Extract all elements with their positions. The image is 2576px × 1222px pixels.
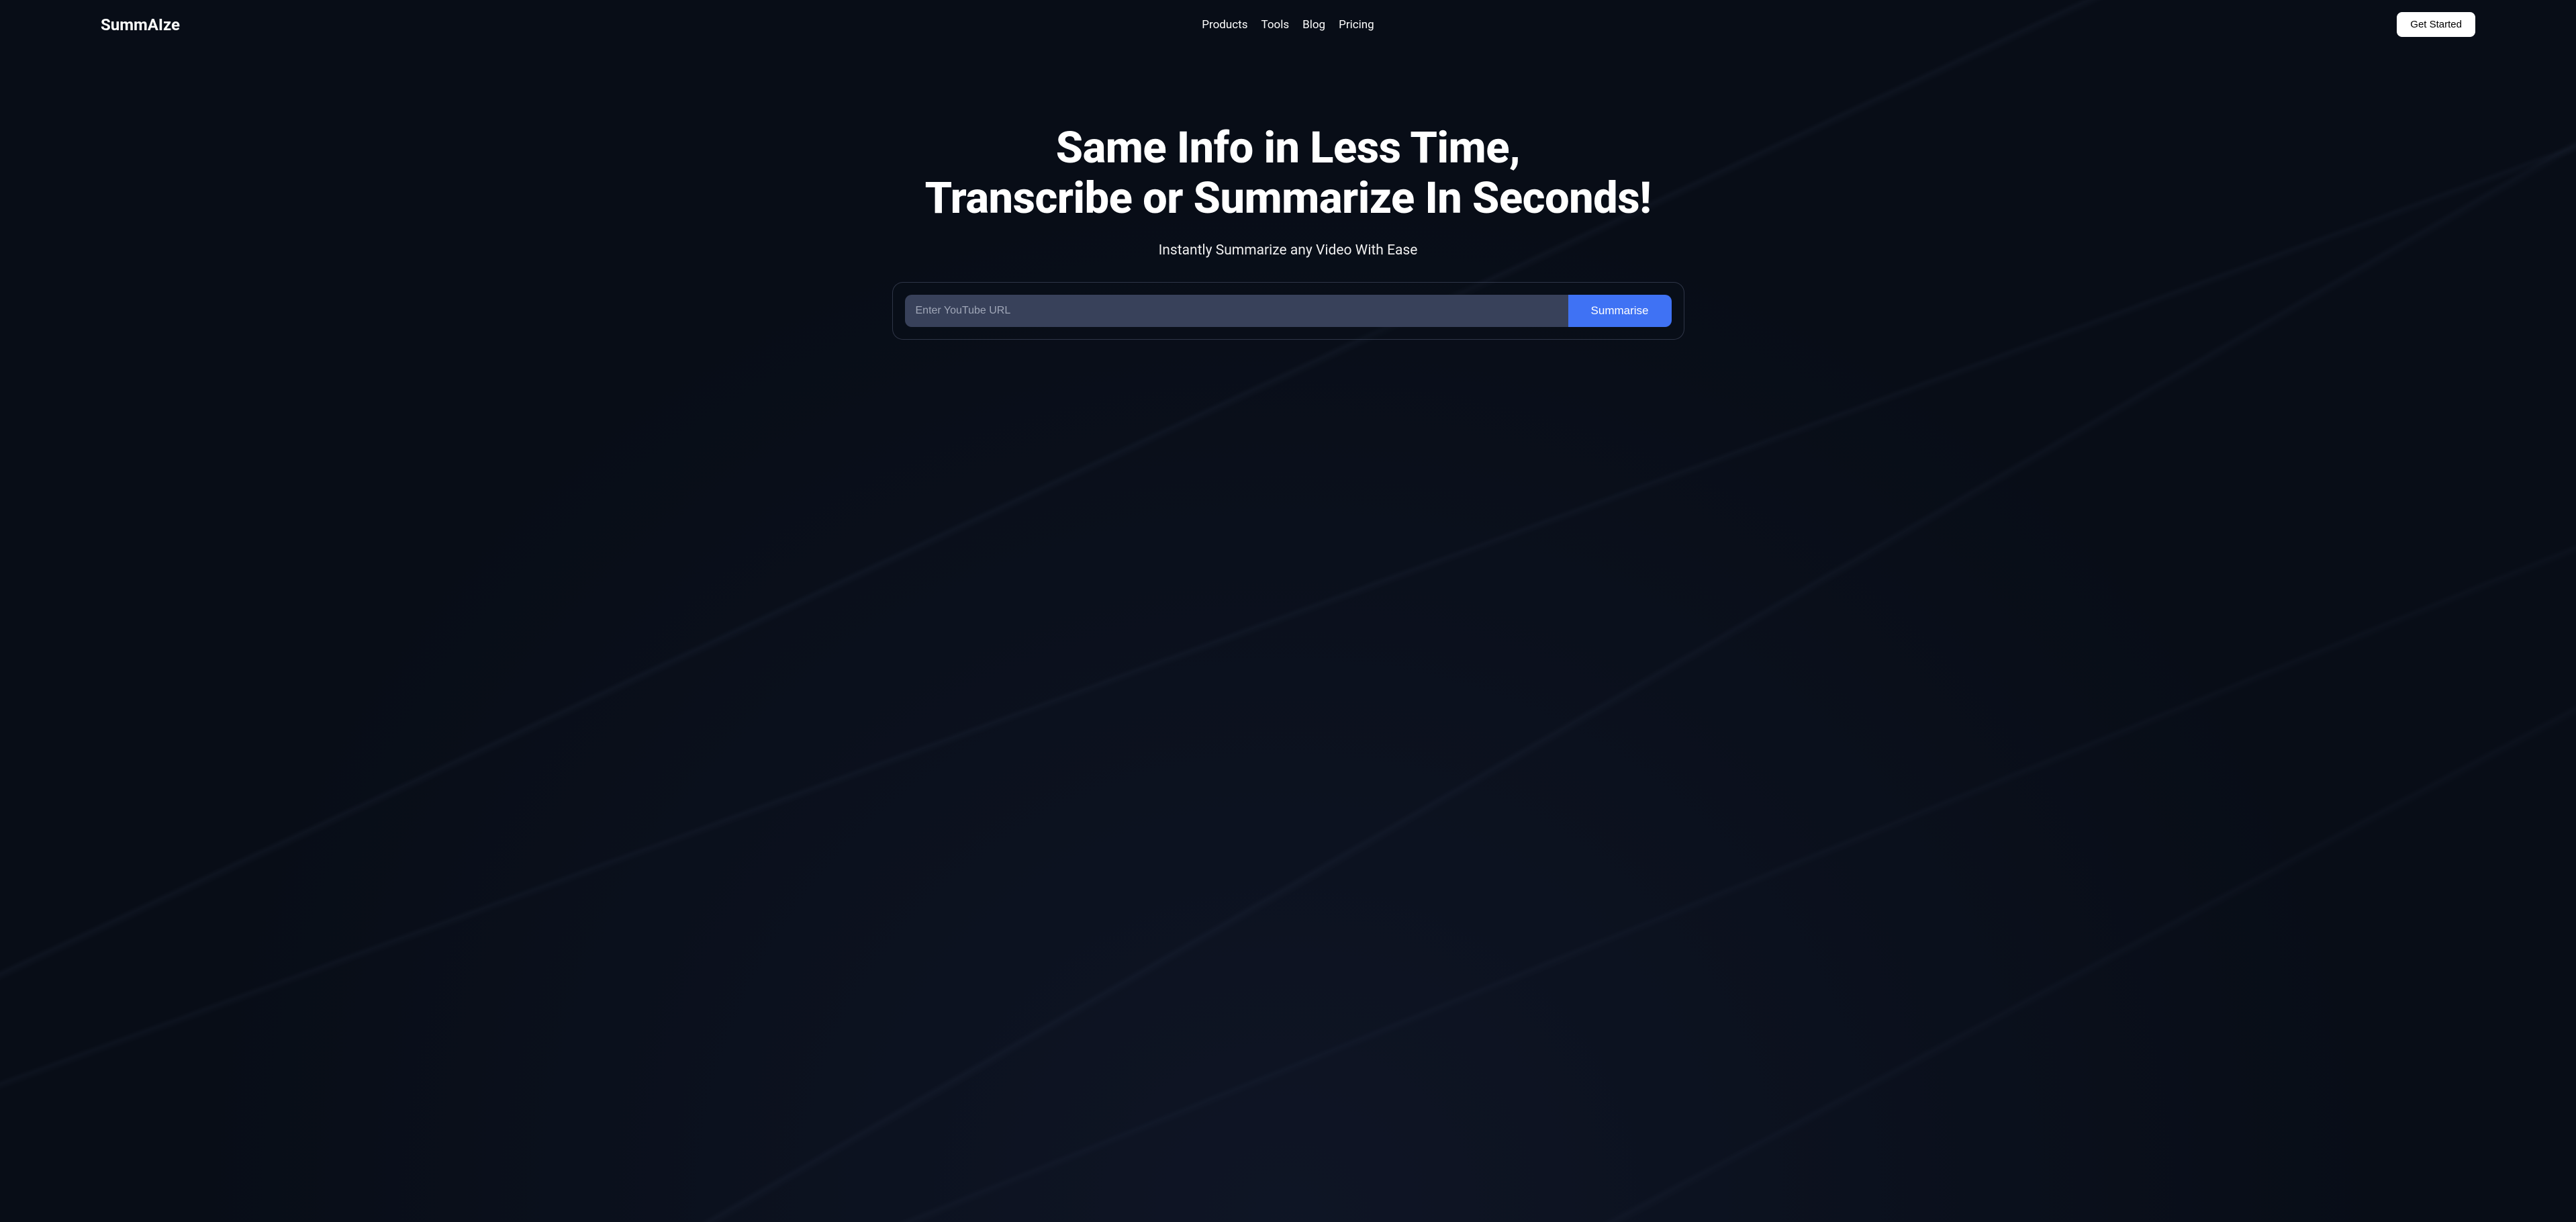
nav-link-products[interactable]: Products	[1202, 18, 1247, 32]
hero-title-line1: Same Info in Less Time,	[925, 123, 1652, 173]
nav-links: Products Tools Blog Pricing	[1202, 18, 1374, 32]
nav-link-pricing[interactable]: Pricing	[1339, 18, 1374, 32]
nav-link-tools[interactable]: Tools	[1261, 18, 1290, 32]
summarise-button[interactable]: Summarise	[1568, 295, 1672, 327]
hero-title: Same Info in Less Time, Transcribe or Su…	[925, 123, 1652, 224]
nav-link-blog[interactable]: Blog	[1302, 18, 1325, 32]
hero-section: Same Info in Less Time, Transcribe or Su…	[0, 49, 2576, 340]
top-nav: SummAIze Products Tools Blog Pricing Get…	[0, 0, 2576, 49]
youtube-url-input[interactable]	[905, 295, 1568, 327]
logo[interactable]: SummAIze	[101, 15, 180, 34]
get-started-button[interactable]: Get Started	[2397, 12, 2475, 37]
url-input-container: Summarise	[892, 282, 1684, 340]
hero-title-line2: Transcribe or Summarize In Seconds!	[925, 173, 1652, 224]
hero-subtitle: Instantly Summarize any Video With Ease	[1159, 242, 1418, 258]
